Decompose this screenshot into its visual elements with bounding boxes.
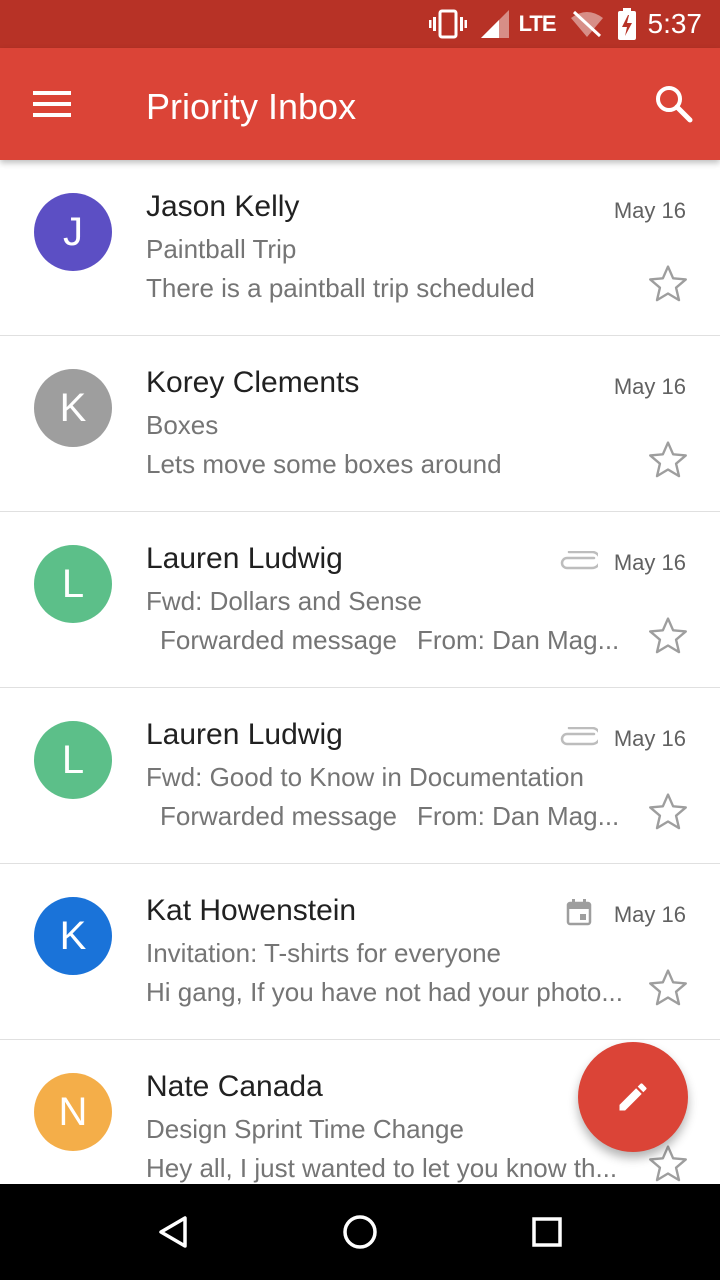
email-subject: Fwd: Dollars and Sense xyxy=(146,586,423,616)
back-button[interactable] xyxy=(133,1192,213,1272)
email-date: May 16 xyxy=(613,198,686,223)
email-snippet: There is a paintball trip scheduled xyxy=(146,273,535,303)
back-icon xyxy=(159,1216,188,1248)
home-button[interactable] xyxy=(320,1192,400,1272)
attachment-icon xyxy=(560,727,598,746)
snippet-forwarded: Forwarded message xyxy=(160,801,397,831)
clock: 5:37 xyxy=(647,8,703,39)
email-sender: Jason Kelly xyxy=(146,190,300,223)
email-sender: Kat Howenstein xyxy=(146,894,357,927)
email-date: May 16 xyxy=(613,902,686,927)
email-row[interactable]: L Lauren Ludwig May 16 Fwd: Good to Know… xyxy=(0,688,720,864)
email-row[interactable]: L Lauren Ludwig May 16 Fwd: Dollars and … xyxy=(0,512,720,688)
page-title: Priority Inbox xyxy=(146,86,357,127)
avatar: N xyxy=(34,1073,112,1151)
avatar: K xyxy=(34,369,112,447)
email-sender: Lauren Ludwig xyxy=(146,542,343,575)
email-row[interactable]: K Kat Howenstein May 16 Invitation: T-sh… xyxy=(0,864,720,1040)
network-type: LTE xyxy=(518,11,557,36)
calendar-icon xyxy=(566,899,592,926)
star-icon[interactable] xyxy=(646,438,690,482)
email-snippet: Lets move some boxes around xyxy=(146,449,502,479)
attachment-icon xyxy=(560,551,598,570)
email-subject: Invitation: T-shirts for everyone xyxy=(146,938,502,968)
email-row[interactable]: K Korey Clements May 16 Boxes Lets move … xyxy=(0,336,720,512)
star-icon[interactable] xyxy=(646,614,690,658)
avatar: L xyxy=(34,545,112,623)
snippet-from: From: Dan Mag... xyxy=(417,801,620,831)
search-button[interactable] xyxy=(646,76,702,132)
battery-charging-icon xyxy=(617,8,636,40)
avatar: K xyxy=(34,897,112,975)
home-icon xyxy=(343,1215,377,1249)
recents-icon xyxy=(531,1217,562,1247)
avatar: L xyxy=(34,721,112,799)
gmail-screen: LTE 5:37 Priority Inbox J Jason Kelly Ma… xyxy=(0,0,720,1280)
status-bar: LTE 5:37 xyxy=(0,0,720,48)
email-row[interactable]: J Jason Kelly May 16 Paintball Trip Ther… xyxy=(0,160,720,336)
email-sender: Korey Clements xyxy=(146,366,360,399)
email-sender: Lauren Ludwig xyxy=(146,718,343,751)
star-icon[interactable] xyxy=(646,262,690,306)
search-icon xyxy=(656,86,693,123)
recents-button[interactable] xyxy=(507,1192,587,1272)
avatar: J xyxy=(34,193,112,271)
wifi-off-icon xyxy=(570,10,604,38)
signal-icon xyxy=(480,10,509,38)
email-snippet: Forwarded message From: Dan Mag... xyxy=(146,625,626,656)
email-snippet: Hi gang, If you have not had your photo.… xyxy=(146,977,623,1007)
email-snippet: Hey all, I just wanted to let you know t… xyxy=(146,1153,618,1183)
snippet-forwarded: Forwarded message xyxy=(160,625,397,655)
menu-button[interactable] xyxy=(24,76,80,132)
star-icon[interactable] xyxy=(646,790,690,834)
navigation-bar xyxy=(0,1184,720,1280)
pencil-icon xyxy=(619,1083,647,1111)
app-bar: Priority Inbox xyxy=(0,48,720,160)
email-subject: Boxes xyxy=(146,410,219,440)
email-subject: Fwd: Good to Know in Documentation xyxy=(146,762,584,792)
email-date: May 16 xyxy=(613,550,686,575)
email-snippet: Forwarded message From: Dan Mag... xyxy=(146,801,626,832)
snippet-from: From: Dan Mag... xyxy=(417,625,620,655)
star-icon[interactable] xyxy=(646,966,690,1010)
email-date: May 16 xyxy=(613,374,686,399)
email-subject: Paintball Trip xyxy=(146,234,297,264)
email-sender: Nate Canada xyxy=(146,1070,323,1103)
email-list: J Jason Kelly May 16 Paintball Trip Ther… xyxy=(0,160,720,1184)
compose-button[interactable] xyxy=(578,1042,688,1152)
vibrate-icon xyxy=(428,9,467,39)
email-subject: Design Sprint Time Change xyxy=(146,1114,464,1144)
email-date: May 16 xyxy=(613,726,686,751)
menu-icon xyxy=(33,91,71,117)
